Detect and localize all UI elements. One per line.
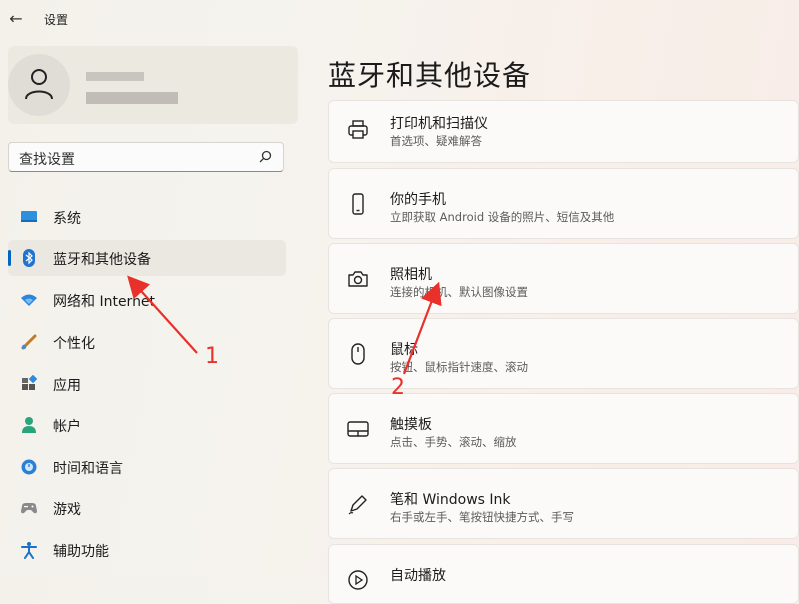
network-icon [21,294,37,306]
system-icon [21,211,37,222]
sidebar-item-apps[interactable]: 应用 [8,366,286,402]
avatar [8,54,70,116]
search-icon[interactable] [258,150,272,164]
sidebar-item-label: 蓝牙和其他设备 [53,252,151,268]
bluetooth-icon [23,249,35,267]
account-icon [22,417,36,433]
annotation-label-2: 2 [391,375,405,400]
sidebar-item-time-language[interactable]: 时间和语言 [8,449,286,485]
time-language-icon [21,459,37,475]
sidebar-item-bluetooth[interactable]: 蓝牙和其他设备 [8,240,286,276]
sidebar-item-network[interactable]: 网络和 Internet [8,282,286,318]
card-pen-windows-ink[interactable]: 笔和 Windows Ink 右手或左手、笔按钮快捷方式、手写 [328,468,799,539]
pen-icon [348,495,367,515]
phone-icon [352,193,364,215]
printer-icon [348,120,368,139]
personalization-icon [21,334,37,350]
sidebar-item-personalization[interactable]: 个性化 [8,324,286,360]
blurred-username [86,72,144,81]
sidebar-item-account[interactable]: 帐户 [8,407,286,443]
person-icon [25,69,53,100]
blurred-email [86,92,178,104]
card-subtitle: 右手或左手、笔按钮快捷方式、手写 [390,510,574,524]
sidebar-item-system[interactable]: 系统 [8,199,286,235]
card-camera[interactable]: 照相机 连接的相机、默认图像设置 [328,243,799,314]
page-title: 蓝牙和其他设备 [328,59,532,92]
sidebar-item-label: 个性化 [53,336,95,352]
gaming-icon [21,503,37,514]
card-title: 打印机和扫描仪 [390,116,488,132]
card-printers-scanners[interactable]: 打印机和扫描仪 首选项、疑难解答 [328,100,799,163]
title-bar: ← 设置 [0,0,799,40]
card-title: 触摸板 [390,417,432,433]
card-subtitle: 点击、手势、滚动、缩放 [390,435,517,449]
sidebar-item-label: 系统 [53,211,81,227]
mouse-icon [351,343,365,365]
user-profile[interactable] [8,46,298,124]
sidebar-item-label: 辅助功能 [53,544,109,560]
card-title: 鼠标 [390,342,418,358]
touchpad-icon [347,421,369,437]
app-title: 设置 [44,13,69,27]
sidebar-item-label: 时间和语言 [53,461,123,477]
search-box[interactable]: 查找设置 [8,142,284,172]
annotation-label-1: 1 [205,344,219,369]
card-autoplay[interactable]: 自动播放 [328,544,799,604]
active-indicator [8,250,11,266]
card-title: 自动播放 [390,568,446,584]
card-title: 照相机 [390,267,432,283]
sidebar-item-accessibility[interactable]: 辅助功能 [8,532,286,568]
accessibility-icon [21,542,37,559]
sidebar-item-gaming[interactable]: 游戏 [8,490,286,526]
card-subtitle: 首选项、疑难解答 [390,134,482,148]
card-title: 笔和 Windows Ink [390,492,511,508]
card-touchpad[interactable]: 触摸板 点击、手势、滚动、缩放 [328,393,799,464]
sidebar-item-label: 网络和 Internet [53,294,156,310]
autoplay-icon [348,570,368,590]
search-input[interactable]: 查找设置 [19,149,75,169]
card-title: 你的手机 [390,192,446,208]
back-arrow-icon[interactable]: ← [6,9,26,29]
apps-icon [22,375,38,390]
card-subtitle: 连接的相机、默认图像设置 [390,285,528,299]
sidebar-item-label: 应用 [53,378,81,394]
sidebar-item-label: 帐户 [53,419,81,435]
sidebar-item-label: 游戏 [53,502,81,518]
card-your-phone[interactable]: 你的手机 立即获取 Android 设备的照片、短信及其他 [328,168,799,239]
card-subtitle: 立即获取 Android 设备的照片、短信及其他 [390,210,615,224]
card-subtitle: 按钮、鼠标指针速度、滚动 [390,360,528,374]
camera-icon [348,271,368,287]
